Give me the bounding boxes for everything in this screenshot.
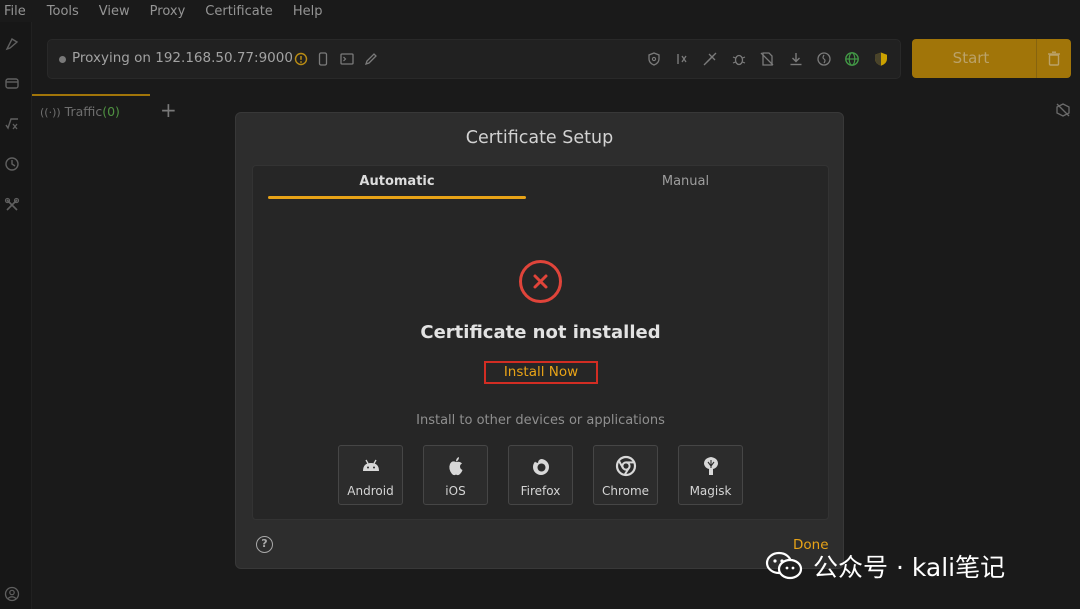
dialog-panel: Automatic Manual Certificate not install… [252,165,829,520]
other-devices-label: Install to other devices or applications [416,413,665,428]
chrome-button[interactable]: Chrome [593,445,658,505]
wechat-icon [765,551,803,580]
chrome-label: Chrome [601,484,650,498]
magisk-icon [704,457,718,475]
chrome-icon [615,455,637,477]
android-button[interactable]: Android [338,445,403,505]
install-now-button[interactable]: Install Now [484,361,598,384]
watermark: 公众号 · kali笔记 [765,548,1005,584]
certificate-setup-dialog: Certificate Setup Automatic Manual Certi… [235,112,844,569]
tab-manual[interactable]: Manual [553,174,818,189]
firefox-label: Firefox [520,484,561,498]
help-icon[interactable]: ? [256,536,273,553]
ios-button[interactable]: iOS [423,445,488,505]
ios-label: iOS [445,484,466,498]
firefox-icon [533,458,549,475]
magisk-button[interactable]: Magisk [678,445,743,505]
apple-icon [449,457,463,476]
dialog-title: Certificate Setup [465,128,614,148]
status-title: Certificate not installed [420,322,661,343]
firefox-button[interactable]: Firefox [508,445,573,505]
error-icon [519,260,562,303]
watermark-text: 公众号 · kali笔记 [813,553,1006,582]
magisk-label: Magisk [689,484,732,498]
tab-active-indicator [268,196,526,199]
android-icon [363,459,379,471]
android-label: Android [347,484,394,498]
